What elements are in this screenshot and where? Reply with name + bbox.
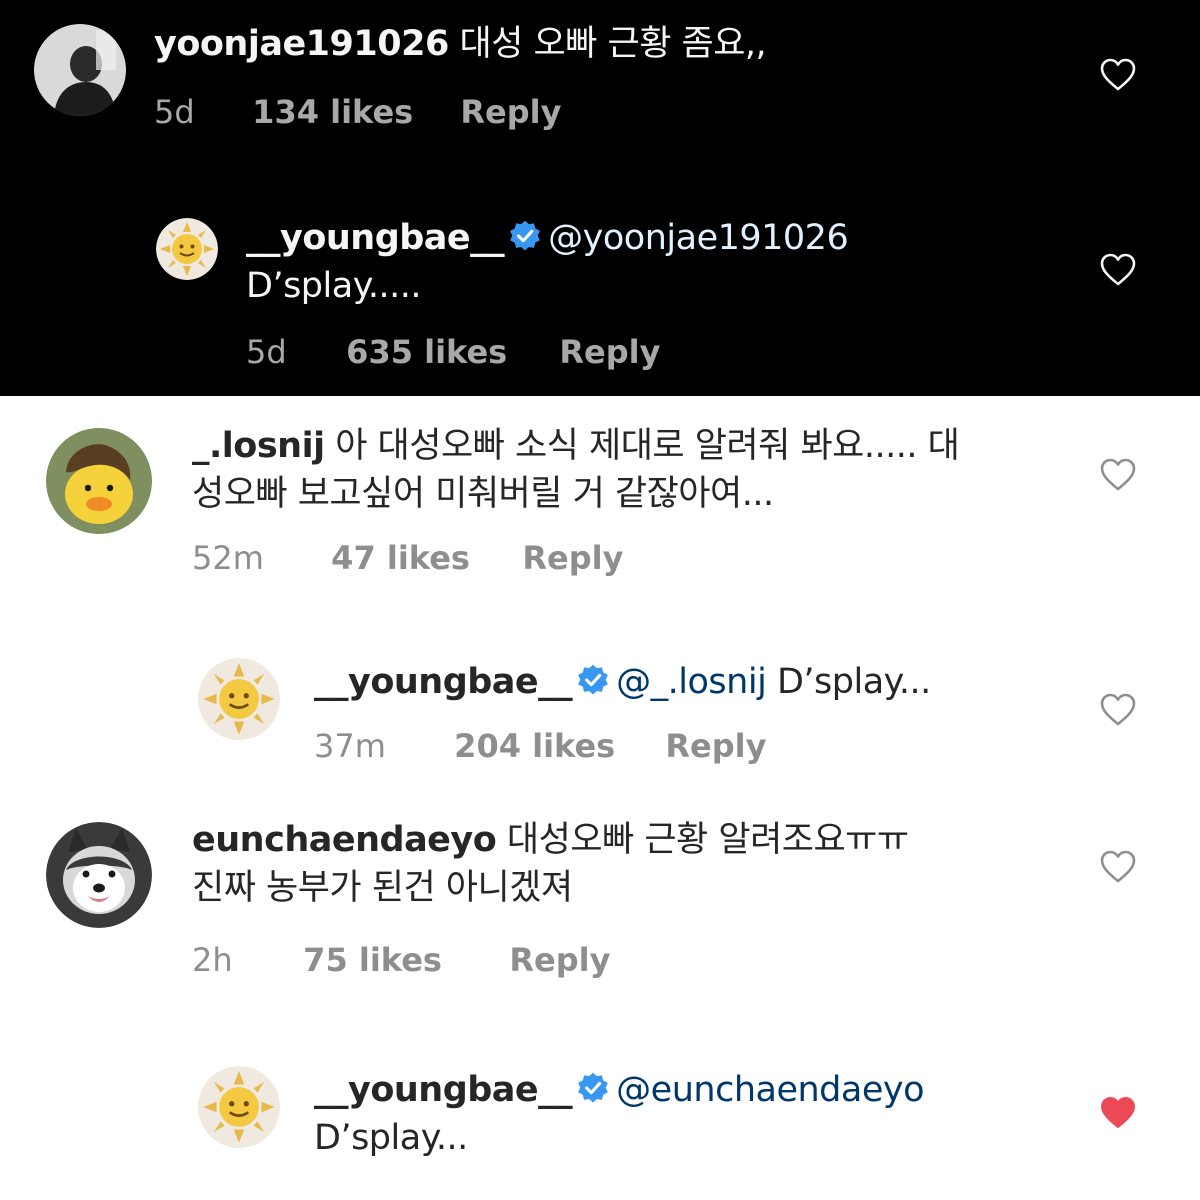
comment-time: 52m (192, 539, 264, 577)
comment-text: D’splay..... (246, 266, 422, 306)
comment-text: D’splay... (776, 662, 931, 702)
reply-button[interactable]: Reply (665, 726, 766, 766)
reply-youngbae-3: __youngbae__ @eunchaendaeyo D’splay... (0, 1056, 1200, 1200)
comments-page: yoonjae191026 대성 오빠 근황 좀요,, 5d 134 likes… (0, 0, 1200, 1200)
reply-youngbae-2: __youngbae__ @_.losnij D’splay... 37m 204… (0, 646, 1200, 796)
reply-button[interactable]: Reply (559, 332, 660, 372)
comment-username[interactable]: eunchaendaeyo (192, 820, 497, 860)
light-comment-thread: _.losnij 아 대성오빠 소식 제대로 알려줘 봐요..... 대 성오빠… (0, 396, 1200, 1200)
sun-face-avatar[interactable] (156, 218, 218, 280)
comment-time: 37m (314, 727, 386, 765)
heart-outline-icon[interactable] (1100, 850, 1136, 884)
heart-filled-icon[interactable] (1100, 1096, 1136, 1130)
reply-youngbae-1: __youngbae__ @yoonjae191026 D’splay..... … (0, 200, 1200, 396)
comment-body: __youngbae__ @eunchaendaeyo D’splay... (314, 1066, 1074, 1162)
comment-meta: 37m 204 likes Reply (314, 726, 766, 766)
comment-yoonjae191026: yoonjae191026 대성 오빠 근황 좀요,, 5d 134 likes… (0, 0, 1200, 180)
comment-username[interactable]: __youngbae__ (314, 1070, 573, 1110)
comment-username[interactable]: _.losnij (192, 426, 325, 466)
comment-body: __youngbae__ @_.losnij D’splay... (314, 658, 1074, 706)
comment-text-line1: 대성오빠 근황 알려조요ㅠㅠ (506, 820, 909, 860)
comment-time: 5d (246, 333, 287, 371)
comment-time: 5d (154, 93, 195, 131)
reply-button[interactable]: Reply (460, 92, 561, 132)
verified-badge-icon (576, 663, 610, 697)
reply-button[interactable]: Reply (522, 538, 623, 578)
comment-username[interactable]: __youngbae__ (246, 218, 505, 258)
comment-username[interactable]: yoonjae191026 (154, 24, 449, 64)
comment-likes[interactable]: 75 likes (303, 940, 499, 980)
comment-meta: 52m 47 likes Reply (192, 538, 623, 578)
comment-eunchaendaeyo: eunchaendaeyo 대성오빠 근황 알려조요ㅠㅠ 진짜 농부가 된건 아… (0, 812, 1200, 1012)
reply-button[interactable]: Reply (509, 940, 610, 980)
heart-outline-icon[interactable] (1100, 458, 1136, 492)
comment-likes[interactable]: 635 likes (346, 332, 549, 372)
verified-badge-icon (508, 219, 542, 253)
comment-body: yoonjae191026 대성 오빠 근황 좀요,, (154, 20, 1054, 68)
comment-meta: 5d 134 likes Reply (154, 92, 561, 132)
heart-outline-icon[interactable] (1100, 58, 1136, 92)
dark-comment-thread: yoonjae191026 대성 오빠 근황 좀요,, 5d 134 likes… (0, 0, 1200, 396)
verified-badge-icon (576, 1071, 610, 1105)
sun-face-avatar[interactable] (198, 1066, 280, 1148)
duck-avatar[interactable] (46, 428, 152, 534)
comment-text: D’splay... (314, 1118, 468, 1158)
comment-likes[interactable]: 47 likes (331, 538, 512, 578)
comment-body: _.losnij 아 대성오빠 소식 제대로 알려줘 봐요..... 대 성오빠… (192, 422, 1052, 518)
comment-mention[interactable]: @_.losnij (616, 662, 767, 702)
comment-mention[interactable]: @eunchaendaeyo (616, 1070, 924, 1110)
comment-losnij: _.losnij 아 대성오빠 소식 제대로 알려줘 봐요..... 대 성오빠… (0, 396, 1200, 606)
comment-text-line1: 아 대성오빠 소식 제대로 알려줘 봐요..... 대 (335, 426, 960, 466)
comment-mention[interactable]: @yoonjae191026 (548, 218, 849, 258)
husky-dog-avatar[interactable] (46, 822, 152, 928)
person-silhouette-avatar[interactable] (34, 24, 126, 116)
comment-meta: 2h 75 likes Reply (192, 940, 610, 980)
sun-face-avatar[interactable] (198, 658, 280, 740)
comment-text: 대성 오빠 근황 좀요,, (459, 24, 767, 64)
comment-time: 2h (192, 941, 233, 979)
comment-username[interactable]: __youngbae__ (314, 662, 573, 702)
comment-meta: 5d 635 likes Reply (246, 332, 660, 372)
comment-body: eunchaendaeyo 대성오빠 근황 알려조요ㅠㅠ 진짜 농부가 된건 아… (192, 816, 1052, 912)
heart-outline-icon[interactable] (1100, 253, 1136, 287)
comment-text-line2: 성오빠 보고싶어 미춰버릴 거 같잖아여... (192, 474, 774, 514)
heart-outline-icon[interactable] (1100, 693, 1136, 727)
comment-likes[interactable]: 134 likes (252, 92, 450, 132)
comment-text-line2: 진짜 농부가 된건 아니겠져 (192, 868, 573, 908)
comment-likes[interactable]: 204 likes (454, 726, 655, 766)
comment-body: __youngbae__ @yoonjae191026 D’splay..... (246, 214, 1066, 310)
